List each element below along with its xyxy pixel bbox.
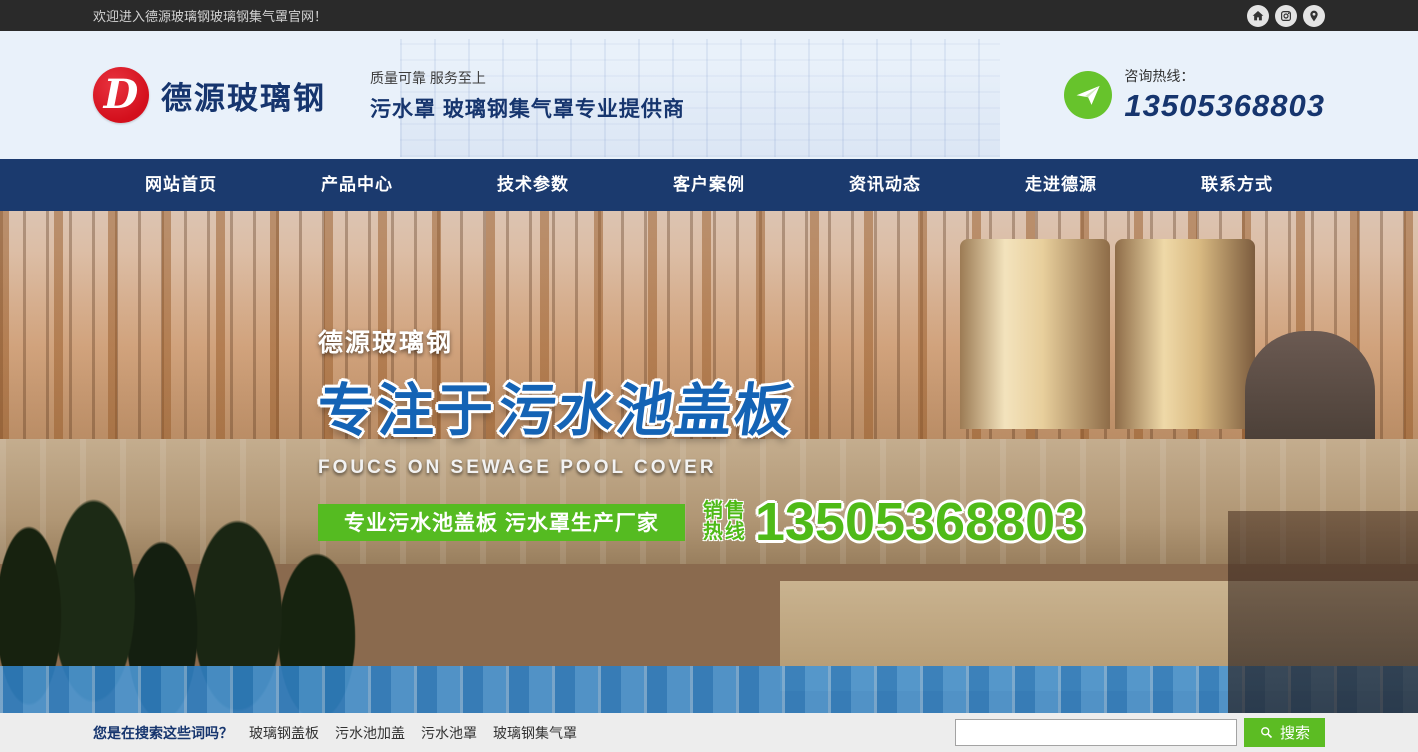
nav-item-tech-params[interactable]: 技术参数 [445, 159, 621, 211]
banner-content: 德源玻璃钢 专注于污水池盖板 FOUCS ON SEWAGE POOL COVE… [318, 323, 1085, 549]
search-prompt: 您是在搜索这些词吗？ [93, 723, 233, 743]
cta-button[interactable]: 专业污水池盖板 污水罩生产厂家 [318, 504, 685, 541]
search-area: 搜索 [955, 718, 1325, 747]
slogan-line2: 污水罩 玻璃钢集气罩专业提供商 [370, 93, 685, 123]
headline-prefix: 专注于 [318, 379, 495, 443]
paper-plane-icon [1064, 71, 1112, 119]
banner-subline-en: FOUCS ON SEWAGE POOL COVER [318, 457, 1085, 479]
footer-search-bar: 您是在搜索这些词吗？ 玻璃钢盖板 污水池加盖 污水池罩 玻璃钢集气罩 搜索 [0, 713, 1418, 752]
search-input[interactable] [955, 719, 1237, 746]
nav-item-news[interactable]: 资讯动态 [797, 159, 973, 211]
site-header: D 德源玻璃钢 质量可靠 服务至上 污水罩 玻璃钢集气罩专业提供商 咨询热线： … [0, 31, 1418, 159]
header-slogan: 质量可靠 服务至上 污水罩 玻璃钢集气罩专业提供商 [370, 68, 685, 123]
nav-item-cases[interactable]: 客户案例 [621, 159, 797, 211]
search-icon [1259, 725, 1274, 740]
keyword-link-cover-plate[interactable]: 玻璃钢盖板 [249, 723, 319, 743]
hotline-label: 咨询热线： [1124, 66, 1325, 86]
banner-brand: 德源玻璃钢 [318, 323, 1085, 359]
sales-label-line2: 热线 [703, 522, 747, 543]
keyword-link-pool-capping[interactable]: 污水池加盖 [335, 723, 405, 743]
slogan-line1: 质量可靠 服务至上 [370, 68, 685, 88]
company-name: 德源玻璃钢 [161, 73, 326, 118]
logo[interactable]: D 德源玻璃钢 [93, 67, 326, 123]
sales-hotline-number: 13505368803 [755, 495, 1085, 549]
search-button[interactable]: 搜索 [1244, 718, 1325, 747]
hotline-number: 13505368803 [1124, 88, 1325, 124]
nav-item-contact[interactable]: 联系方式 [1149, 159, 1325, 211]
nav-item-home[interactable]: 网站首页 [93, 159, 269, 211]
camera-icon[interactable] [1275, 5, 1297, 27]
nav-item-products[interactable]: 产品中心 [269, 159, 445, 211]
banner-cta-row: 专业污水池盖板 污水罩生产厂家 销售 热线 13505368803 [318, 495, 1085, 549]
location-pin-icon[interactable] [1303, 5, 1325, 27]
hot-keywords: 玻璃钢盖板 污水池加盖 污水池罩 玻璃钢集气罩 [249, 723, 577, 743]
logo-mark: D [93, 67, 149, 123]
search-button-label: 搜索 [1280, 722, 1310, 743]
topbar: 欢迎进入德源玻璃钢玻璃钢集气罩官网！ [0, 0, 1418, 31]
hotline: 咨询热线： 13505368803 [1064, 66, 1325, 124]
hero-banner: 德源玻璃钢 专注于污水池盖板 FOUCS ON SEWAGE POOL COVE… [0, 211, 1418, 713]
nav-item-about[interactable]: 走进德源 [973, 159, 1149, 211]
main-nav: 网站首页 产品中心 技术参数 客户案例 资讯动态 走进德源 联系方式 [0, 159, 1418, 211]
social-links [1247, 5, 1325, 27]
sales-hotline-label: 销售 热线 [703, 501, 747, 543]
headline-main: 污水池盖板 [494, 365, 799, 447]
home-icon[interactable] [1247, 5, 1269, 27]
keyword-link-pool-cover[interactable]: 污水池罩 [421, 723, 477, 743]
keyword-link-gas-collecting-hood[interactable]: 玻璃钢集气罩 [493, 723, 577, 743]
welcome-text: 欢迎进入德源玻璃钢玻璃钢集气罩官网！ [93, 6, 327, 25]
sales-label-line1: 销售 [703, 501, 747, 522]
banner-headline: 专注于污水池盖板 [318, 365, 1085, 447]
